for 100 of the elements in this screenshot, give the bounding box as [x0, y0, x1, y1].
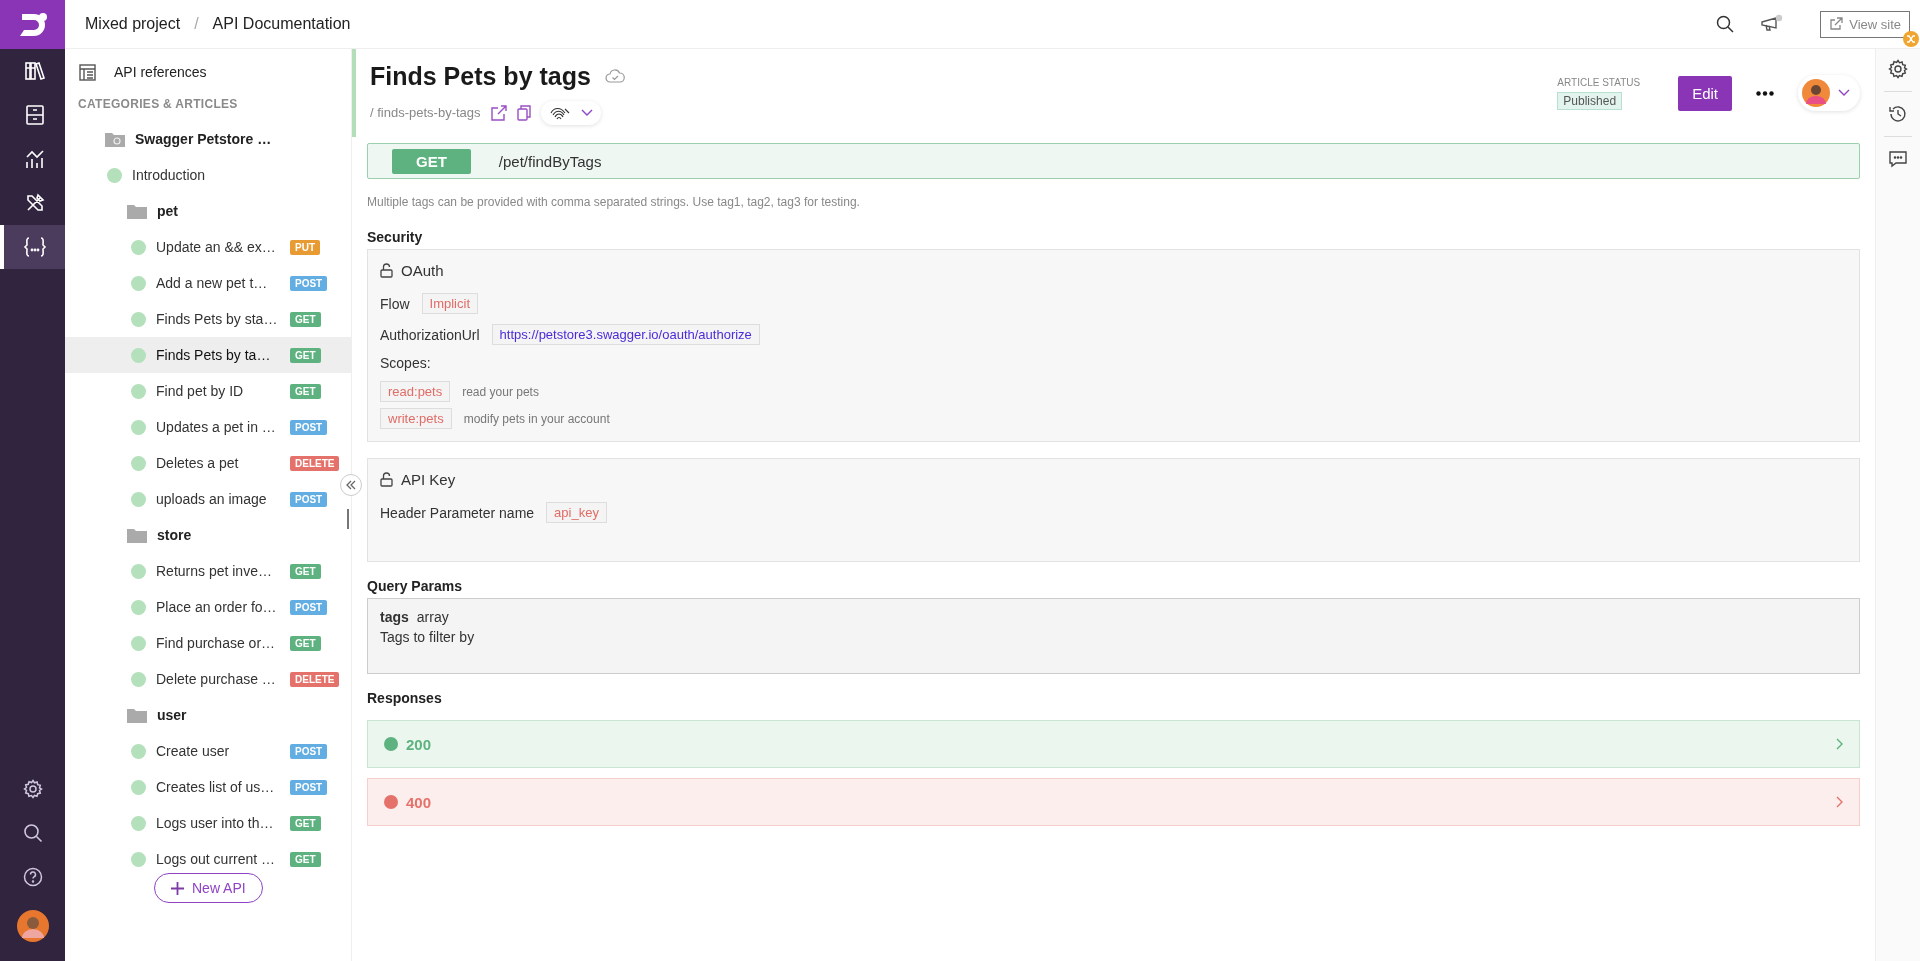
- megaphone-icon[interactable]: [1760, 14, 1785, 34]
- field-label: AuthorizationUrl: [380, 326, 480, 343]
- endpoint-item[interactable]: uploads an image POST: [65, 481, 351, 517]
- method-tag: GET: [290, 851, 321, 867]
- folder-item[interactable]: pet: [65, 193, 351, 229]
- article-slug: / finds-pets-by-tags: [370, 105, 481, 120]
- scheme-name: API Key: [401, 471, 456, 488]
- endpoint-item[interactable]: Returns pet inve… GET: [65, 553, 351, 589]
- endpoint-item[interactable]: Finds Pets by sta… GET: [65, 301, 351, 337]
- method-tag: GET: [392, 148, 471, 174]
- edit-button[interactable]: Edit: [1678, 75, 1732, 111]
- field-label: Flow: [380, 295, 410, 312]
- cloud-check-icon: [604, 69, 625, 83]
- status-label: ARTICLE STATUS: [1557, 76, 1641, 88]
- settings-icon[interactable]: [1888, 59, 1908, 79]
- folder-icon: [127, 707, 147, 723]
- list-icon: [79, 63, 96, 81]
- method-tag: POST: [290, 419, 328, 435]
- endpoint-item[interactable]: Finds Pets by ta… GET: [65, 337, 351, 373]
- method-tag: DELETE: [290, 455, 340, 471]
- breadcrumb-current: API Documentation: [212, 15, 351, 33]
- status-dot: [131, 275, 146, 291]
- scope-description: read your pets: [462, 384, 539, 399]
- endpoint-item[interactable]: Updates a pet in … POST: [65, 409, 351, 445]
- param-description: Tags to filter by: [380, 629, 476, 645]
- section-heading: Security: [367, 229, 424, 245]
- parameter-value: api_key: [546, 502, 607, 523]
- method-tag: GET: [290, 635, 321, 651]
- status-dot: [131, 563, 146, 579]
- method-tag: DELETE: [290, 671, 340, 687]
- status-dot: [131, 383, 146, 399]
- method-tag: PUT: [290, 239, 320, 255]
- lock-icon: [380, 472, 393, 487]
- chevron-right-icon: [1835, 738, 1843, 750]
- scope-name: write:pets: [380, 408, 452, 429]
- lock-icon: [380, 263, 393, 278]
- param-name: tags: [380, 609, 409, 625]
- rail-code-icon[interactable]: [0, 225, 65, 269]
- status-dot: [131, 779, 146, 795]
- method-tag: POST: [290, 743, 328, 759]
- new-api-button[interactable]: New API: [154, 873, 263, 903]
- status-dot: [131, 419, 146, 435]
- endpoint-item[interactable]: Find pet by ID GET: [65, 373, 351, 409]
- status-dot: [131, 347, 146, 363]
- folder-item[interactable]: store: [65, 517, 351, 553]
- double-chevron-left-icon: [345, 479, 357, 491]
- method-tag: GET: [290, 311, 321, 327]
- status-dot: [131, 491, 146, 507]
- status-badge: Published: [1557, 91, 1623, 110]
- breadcrumb-link[interactable]: Mixed project: [85, 15, 181, 33]
- chevron-down-icon: [1838, 89, 1850, 97]
- endpoint-item[interactable]: Create user POST: [65, 733, 351, 769]
- scope-name: read:pets: [380, 381, 451, 402]
- param-type: array: [416, 609, 449, 625]
- endpoint-item[interactable]: Delete purchase … DELETE: [65, 661, 351, 697]
- folder-item[interactable]: user: [65, 697, 351, 733]
- method-tag: POST: [290, 599, 328, 615]
- collapse-button[interactable]: [340, 474, 362, 496]
- endpoint-item[interactable]: Update an && ex… PUT: [65, 229, 351, 265]
- copy-icon[interactable]: [516, 104, 531, 121]
- status-dot: [131, 851, 146, 867]
- api-references-link[interactable]: API references: [65, 49, 351, 85]
- authorization-url-link[interactable]: https://petstore3.swagger.io/oauth/authorize: [491, 324, 760, 345]
- method-tag: POST: [290, 275, 328, 291]
- status-dot: [107, 167, 122, 183]
- section-label: CATEGORIES & ARTICLES: [77, 96, 239, 113]
- status-dot: [131, 311, 146, 327]
- language-icon: [548, 105, 571, 120]
- status-dot: [131, 743, 146, 759]
- article-item[interactable]: Introduction: [65, 157, 351, 193]
- endpoint-item[interactable]: Creates list of us… POST: [65, 769, 351, 805]
- chevron-right-icon: [1835, 796, 1843, 808]
- category-item[interactable]: Swagger Petstore …: [65, 121, 351, 157]
- method-tag: GET: [290, 347, 321, 363]
- endpoint-item[interactable]: Deletes a pet DELETE: [65, 445, 351, 481]
- endpoint-item[interactable]: Place an order fo… POST: [65, 589, 351, 625]
- section-heading: Query Params: [367, 578, 463, 594]
- scrollbar-thumb[interactable]: [347, 509, 349, 529]
- status-dot: [131, 671, 146, 687]
- field-label: Header Parameter name: [380, 504, 535, 521]
- comment-icon[interactable]: [1888, 149, 1908, 169]
- status-dot: [131, 635, 146, 651]
- endpoint-item[interactable]: Logs user into th… GET: [65, 805, 351, 841]
- endpoint-item[interactable]: Add a new pet t… POST: [65, 265, 351, 301]
- endpoint-item[interactable]: Find purchase or… GET: [65, 625, 351, 661]
- status-dot: [131, 815, 146, 831]
- history-icon[interactable]: [1888, 104, 1908, 124]
- folder-icon: [105, 131, 125, 147]
- method-tag: GET: [290, 383, 321, 399]
- external-link-icon[interactable]: [490, 104, 507, 121]
- plus-icon: [171, 881, 184, 895]
- chevron-down-icon: [580, 108, 593, 117]
- logo-icon[interactable]: [0, 0, 65, 49]
- status-dot: [131, 599, 146, 615]
- article-title: Finds Pets by tags: [370, 61, 591, 91]
- status-dot: [131, 455, 146, 471]
- search-icon[interactable]: [1716, 15, 1735, 33]
- more-icon[interactable]: [1756, 90, 1774, 96]
- author-avatar: [1802, 79, 1830, 107]
- view-site-button[interactable]: View site: [1820, 10, 1910, 38]
